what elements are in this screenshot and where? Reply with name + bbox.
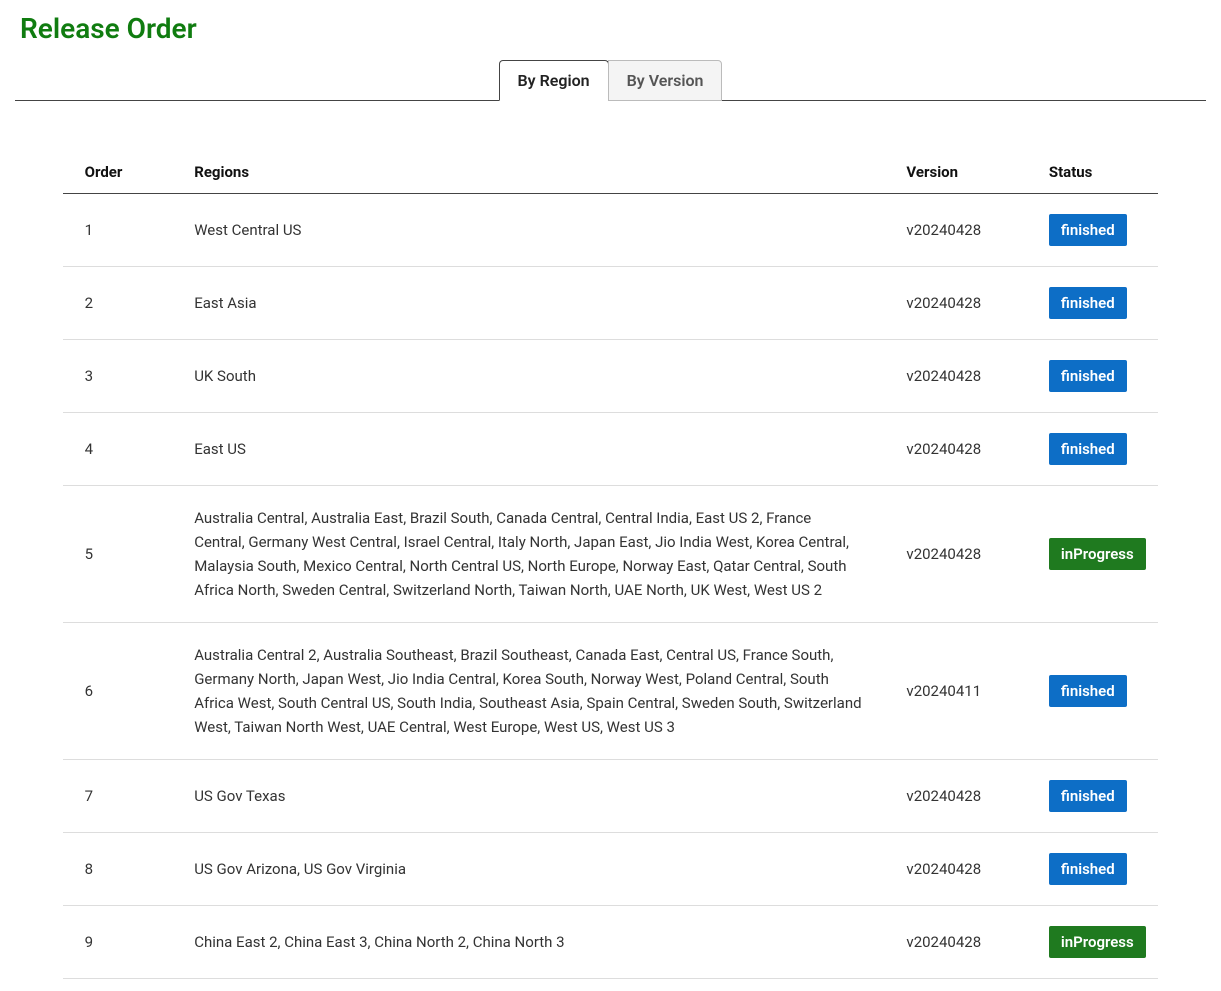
release-order-table: Order Regions Version Status 1West Centr… xyxy=(63,151,1159,979)
cell-order: 2 xyxy=(63,267,173,340)
cell-version: v20240428 xyxy=(884,413,1026,486)
cell-status: inProgress xyxy=(1027,486,1159,623)
tab-by-version[interactable]: By Version xyxy=(608,60,723,101)
col-header-status: Status xyxy=(1027,151,1159,194)
table-row: 1West Central USv20240428 finished xyxy=(63,194,1159,267)
col-header-order: Order xyxy=(63,151,173,194)
table-row: 5Australia Central, Australia East, Braz… xyxy=(63,486,1159,623)
cell-version: v20240411 xyxy=(884,623,1026,760)
cell-regions: US Gov Texas xyxy=(172,760,884,833)
table-row: 2East Asiav20240428 finished xyxy=(63,267,1159,340)
cell-order: 4 xyxy=(63,413,173,486)
cell-status: finished xyxy=(1027,413,1159,486)
cell-status: finished xyxy=(1027,340,1159,413)
tab-by-region[interactable]: By Region xyxy=(499,60,609,101)
cell-status: finished xyxy=(1027,194,1159,267)
status-badge: finished xyxy=(1049,433,1127,465)
col-header-version: Version xyxy=(884,151,1026,194)
table-row: 9China East 2, China East 3, China North… xyxy=(63,906,1159,979)
cell-regions: UK South xyxy=(172,340,884,413)
cell-version: v20240428 xyxy=(884,194,1026,267)
status-badge: inProgress xyxy=(1049,926,1146,958)
tabs-container: By Region By Version xyxy=(15,59,1206,101)
cell-status: finished xyxy=(1027,760,1159,833)
cell-version: v20240428 xyxy=(884,833,1026,906)
table-row: 6Australia Central 2, Australia Southeas… xyxy=(63,623,1159,760)
cell-regions: Australia Central 2, Australia Southeast… xyxy=(172,623,884,760)
cell-status: inProgress xyxy=(1027,906,1159,979)
status-badge: finished xyxy=(1049,780,1127,812)
cell-order: 8 xyxy=(63,833,173,906)
cell-status: finished xyxy=(1027,833,1159,906)
cell-regions: East US xyxy=(172,413,884,486)
cell-order: 3 xyxy=(63,340,173,413)
status-badge: finished xyxy=(1049,360,1127,392)
cell-regions: US Gov Arizona, US Gov Virginia xyxy=(172,833,884,906)
table-row: 4East USv20240428 finished xyxy=(63,413,1159,486)
cell-order: 9 xyxy=(63,906,173,979)
cell-version: v20240428 xyxy=(884,760,1026,833)
cell-version: v20240428 xyxy=(884,267,1026,340)
cell-order: 1 xyxy=(63,194,173,267)
page-title: Release Order xyxy=(20,12,1206,45)
col-header-regions: Regions xyxy=(172,151,884,194)
cell-status: finished xyxy=(1027,623,1159,760)
cell-regions: East Asia xyxy=(172,267,884,340)
cell-version: v20240428 xyxy=(884,340,1026,413)
cell-order: 6 xyxy=(63,623,173,760)
status-badge: inProgress xyxy=(1049,538,1146,570)
table-row: 7US Gov Texasv20240428 finished xyxy=(63,760,1159,833)
table-row: 3UK Southv20240428 finished xyxy=(63,340,1159,413)
cell-version: v20240428 xyxy=(884,906,1026,979)
cell-regions: West Central US xyxy=(172,194,884,267)
cell-status: finished xyxy=(1027,267,1159,340)
status-badge: finished xyxy=(1049,214,1127,246)
cell-version: v20240428 xyxy=(884,486,1026,623)
cell-order: 5 xyxy=(63,486,173,623)
cell-regions: China East 2, China East 3, China North … xyxy=(172,906,884,979)
cell-order: 7 xyxy=(63,760,173,833)
table-row: 8US Gov Arizona, US Gov Virginiav2024042… xyxy=(63,833,1159,906)
status-badge: finished xyxy=(1049,287,1127,319)
status-badge: finished xyxy=(1049,675,1127,707)
cell-regions: Australia Central, Australia East, Brazi… xyxy=(172,486,884,623)
status-badge: finished xyxy=(1049,853,1127,885)
table-header-row: Order Regions Version Status xyxy=(63,151,1159,194)
